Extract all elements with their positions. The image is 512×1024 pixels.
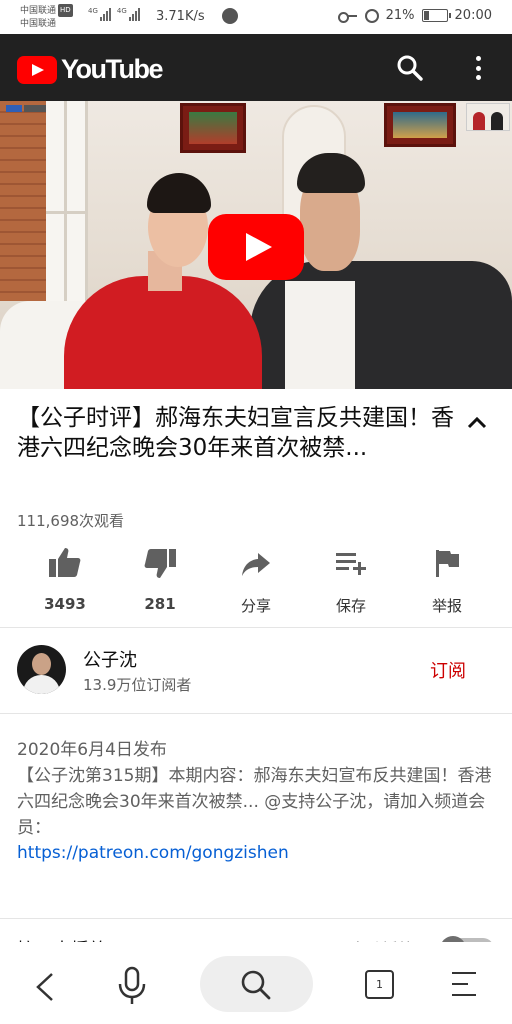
flag-icon: [436, 550, 459, 577]
menu-icon[interactable]: [452, 972, 476, 996]
publish-date: 2020年6月4日发布: [17, 740, 167, 760]
hd-badge: HD: [58, 4, 73, 17]
description-link[interactable]: https://patreon.com/gongzishen: [17, 843, 289, 863]
subscribe-button[interactable]: 订阅: [430, 657, 466, 683]
dislike-button[interactable]: 281: [115, 545, 205, 613]
like-count: 3493: [44, 595, 86, 613]
tabs-button[interactable]: 1: [365, 970, 394, 999]
status-bar: 中国联通 HD 中国联通 4G 4G 3.71K/s 21% 20:00: [0, 0, 512, 34]
play-button-icon[interactable]: [208, 214, 304, 280]
signal-2-icon: 4G: [117, 7, 140, 21]
clock: 20:00: [454, 8, 492, 23]
channel-name[interactable]: 公子沈: [83, 646, 137, 672]
youtube-wordmark: YouTube: [61, 54, 163, 84]
picture-in-picture-inset: [466, 103, 510, 131]
search-icon: [241, 970, 271, 1000]
carrier-info: 中国联通 HD 中国联通: [20, 4, 73, 31]
network-type-1: 4G: [88, 7, 98, 15]
wall-painting-right: [384, 103, 456, 147]
network-type-2: 4G: [116, 7, 127, 15]
report-label: 举报: [431, 597, 462, 615]
key-icon: [337, 10, 358, 23]
video-player[interactable]: [0, 101, 512, 389]
youtube-logo[interactable]: YouTube: [17, 54, 163, 85]
browser-search-button[interactable]: [200, 956, 313, 1012]
status-right: 21% 20:00: [337, 8, 492, 23]
save-label: 保存: [335, 597, 366, 615]
share-button[interactable]: 分享: [211, 545, 301, 616]
youtube-header: YouTube: [0, 34, 512, 101]
divider: [0, 918, 512, 919]
share-icon: [242, 553, 270, 576]
microphone-icon[interactable]: [116, 966, 148, 1006]
action-bar: 3493 281 分享 保存 举报: [0, 545, 512, 615]
battery-percent: 21%: [385, 8, 415, 23]
subscriber-count: 13.9万位订阅者: [83, 676, 192, 694]
battery-icon: [421, 9, 451, 22]
thumbs-up-icon: [49, 548, 81, 577]
carrier-1: 中国联通: [20, 6, 57, 16]
net-speed: 3.71K/s: [156, 9, 205, 24]
thumbs-down-icon: [144, 549, 176, 578]
divider: [0, 627, 512, 628]
like-button[interactable]: 3493: [20, 545, 110, 613]
notification-app-icon: [222, 8, 238, 24]
chevron-up-icon[interactable]: [466, 414, 488, 430]
report-button[interactable]: 举报: [402, 545, 492, 616]
search-icon[interactable]: [397, 55, 423, 81]
view-count: 111,698次观看: [17, 512, 125, 530]
video-person-left: [64, 276, 262, 389]
divider: [0, 713, 512, 714]
youtube-play-logo-icon: [17, 55, 57, 84]
video-title[interactable]: 【公子时评】郝海东夫妇宣言反共建国！香港六四纪念晚会30年来首次被禁...: [17, 403, 457, 463]
share-label: 分享: [240, 597, 271, 615]
description-text: 【公子沈第315期】本期内容：郝海东夫妇宣布反共建国！香港六四纪念晚会30年来首…: [17, 766, 492, 838]
signal-1-icon: 4G: [88, 7, 111, 21]
more-options-icon[interactable]: [470, 54, 486, 82]
alarm-icon: [364, 8, 379, 23]
channel-avatar[interactable]: [17, 645, 66, 694]
wall-painting-left: [180, 103, 246, 153]
save-button[interactable]: 保存: [306, 545, 396, 616]
back-arrow-icon[interactable]: [32, 972, 58, 1002]
playlist-add-icon: [336, 553, 366, 575]
signal-indicators: 4G 4G: [88, 7, 140, 21]
dislike-count: 281: [144, 595, 176, 613]
browser-bottom-nav: 1: [0, 942, 512, 1024]
carrier-2: 中国联通: [20, 19, 57, 29]
